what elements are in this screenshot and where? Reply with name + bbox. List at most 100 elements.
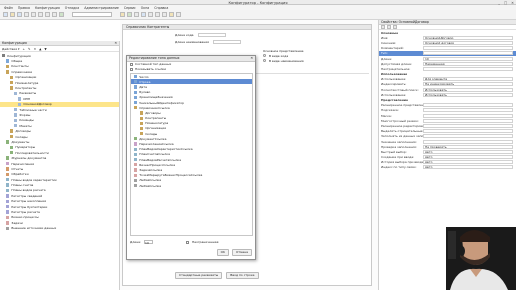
maximize-button[interactable]: □ — [504, 1, 507, 5]
filter-icon[interactable] — [393, 25, 397, 29]
property-row[interactable]: Полнотекстовый поиск: Использовать — [379, 87, 516, 92]
new-document-icon[interactable] — [3, 12, 8, 17]
property-row[interactable]: Расширенное представление: — [379, 103, 516, 108]
menu-help[interactable]: Справка — [154, 6, 168, 10]
property-row[interactable]: Имя: ОсновнойДоговор — [379, 35, 516, 40]
property-value-input[interactable]: Переменная — [423, 61, 513, 66]
property-row[interactable]: Расширенное редактирование: — [379, 123, 516, 128]
property-row[interactable]: Синоним: Основной договор — [379, 40, 516, 45]
property-row[interactable]: Индексировать: Не индексировать — [379, 82, 516, 87]
actions-menu-button[interactable]: Действия ▾ — [2, 47, 20, 51]
property-value-input[interactable] — [423, 46, 513, 51]
property-row[interactable]: Индекс по типу связи: Авто — [379, 165, 516, 170]
copy-icon[interactable] — [31, 12, 36, 17]
property-value-input[interactable]: Использовать — [423, 92, 513, 97]
toolbar-search-input[interactable] — [72, 12, 112, 17]
property-value-input[interactable]: Для элемента — [423, 77, 513, 82]
property-row[interactable]: Создание при вводе: Авто — [379, 155, 516, 160]
ok-button[interactable]: OK — [216, 248, 229, 256]
paste-icon[interactable] — [38, 12, 43, 17]
property-row[interactable]: Допустимая длина: Переменная — [379, 61, 516, 66]
property-value-input[interactable]: ОсновнойДоговор — [423, 35, 513, 40]
redo-icon[interactable] — [52, 12, 57, 17]
menu-debug[interactable]: Отладка — [65, 6, 79, 10]
property-value-input[interactable] — [423, 113, 513, 118]
property-row[interactable]: Выделять отрицательные: — [379, 129, 516, 134]
radio-icon[interactable] — [263, 54, 266, 57]
property-value-input[interactable] — [423, 139, 513, 144]
property-row[interactable]: История выбора при вводе: Авто — [379, 160, 516, 165]
property-value-input[interactable]: 10 — [423, 56, 513, 61]
cancel-button[interactable]: Отмена — [231, 248, 252, 256]
property-row[interactable]: Подсказка: — [379, 108, 516, 113]
type-dialog-close-icon[interactable]: ✕ — [250, 56, 253, 61]
property-value-input[interactable]: Не индексировать — [423, 82, 513, 87]
property-value-input[interactable] — [423, 108, 513, 113]
menu-windows[interactable]: Окна — [141, 6, 149, 10]
show-refs-option[interactable]: Показывать ссылки — [127, 67, 255, 72]
name-length-input[interactable] — [212, 40, 241, 44]
standard-attributes-button[interactable]: Стандартные реквизиты — [175, 271, 223, 279]
length-input[interactable]: 10 — [144, 240, 154, 245]
radio-icon[interactable] — [263, 59, 266, 62]
syntax-helper-icon[interactable] — [155, 12, 160, 17]
delete-icon[interactable]: ✕ — [34, 47, 37, 51]
property-value-input[interactable] — [423, 118, 513, 123]
input-by-string-button[interactable]: Ввод по строке — [226, 271, 259, 279]
property-value-input[interactable]: Авто — [423, 160, 513, 165]
add-icon[interactable]: + — [23, 47, 26, 51]
property-row[interactable]: Неотрицательное: — [379, 66, 516, 71]
close-button[interactable]: ✕ — [511, 1, 514, 5]
presentation-option[interactable]: В виде наименования — [263, 58, 304, 63]
start-debug-icon[interactable] — [127, 12, 132, 17]
property-value-input[interactable] — [423, 51, 513, 56]
checkbox-icon[interactable] — [186, 240, 190, 244]
open-folder-icon[interactable] — [10, 12, 15, 17]
sort-alpha-icon[interactable] — [381, 25, 385, 29]
property-row[interactable]: Заполнять из данных заполнения: — [379, 134, 516, 139]
menu-service[interactable]: Сервис — [124, 6, 136, 10]
edit-icon[interactable]: ✎ — [28, 47, 31, 51]
module-icon[interactable] — [162, 12, 167, 17]
property-value-input[interactable]: Авто — [423, 149, 513, 154]
property-row[interactable]: Многострочный режим: — [379, 118, 516, 123]
property-row[interactable]: Комментарий: — [379, 46, 516, 51]
save-icon[interactable] — [17, 12, 22, 17]
move-down-icon[interactable]: ▼ — [44, 47, 46, 51]
move-up-icon[interactable]: ▲ — [39, 47, 41, 51]
property-value-input[interactable]: Использовать — [423, 87, 513, 92]
cut-icon[interactable] — [24, 12, 29, 17]
find-icon[interactable] — [59, 12, 64, 17]
property-row[interactable]: Маска: — [379, 113, 516, 118]
property-value-input[interactable] — [423, 134, 513, 139]
type-item[interactable]: ЛюбаяСсылка — [131, 183, 252, 188]
property-row[interactable]: Быстрый выбор: Авто — [379, 149, 516, 154]
sort-category-icon[interactable] — [387, 25, 391, 29]
property-row[interactable]: Использование: Использовать — [379, 92, 516, 97]
properties-icon[interactable] — [148, 12, 153, 17]
menu-file[interactable]: Файл — [4, 6, 13, 10]
property-row[interactable]: Использование: Для элемента — [379, 77, 516, 82]
property-value-input[interactable] — [423, 103, 513, 108]
config-window-icon[interactable] — [141, 12, 146, 17]
property-row[interactable]: Проверка заполнения: Не проверять — [379, 144, 516, 149]
minimize-button[interactable]: _ — [498, 1, 500, 5]
code-length-input[interactable] — [197, 33, 226, 37]
property-value-input[interactable] — [423, 66, 513, 71]
menu-administration[interactable]: Администрирование — [84, 6, 119, 10]
property-value-input[interactable]: Авто — [423, 165, 513, 170]
property-value-input[interactable]: Авто — [423, 155, 513, 160]
property-row[interactable]: Длина: 10 — [379, 56, 516, 61]
config-tree-close-icon[interactable]: ✕ — [114, 41, 117, 45]
settings-icon[interactable] — [176, 12, 181, 17]
undo-icon[interactable] — [45, 12, 50, 17]
menu-configuration[interactable]: Конфигурация — [35, 6, 60, 10]
checkbox-icon[interactable] — [130, 62, 133, 66]
property-row[interactable]: Значение заполнения: — [379, 139, 516, 144]
update-db-icon[interactable] — [120, 12, 125, 17]
property-value-input[interactable] — [423, 123, 513, 128]
property-row[interactable]: Тип: — [379, 50, 516, 56]
compare-icon[interactable] — [169, 12, 174, 17]
stop-debug-icon[interactable] — [134, 12, 139, 17]
menu-edit[interactable]: Правка — [18, 6, 30, 10]
